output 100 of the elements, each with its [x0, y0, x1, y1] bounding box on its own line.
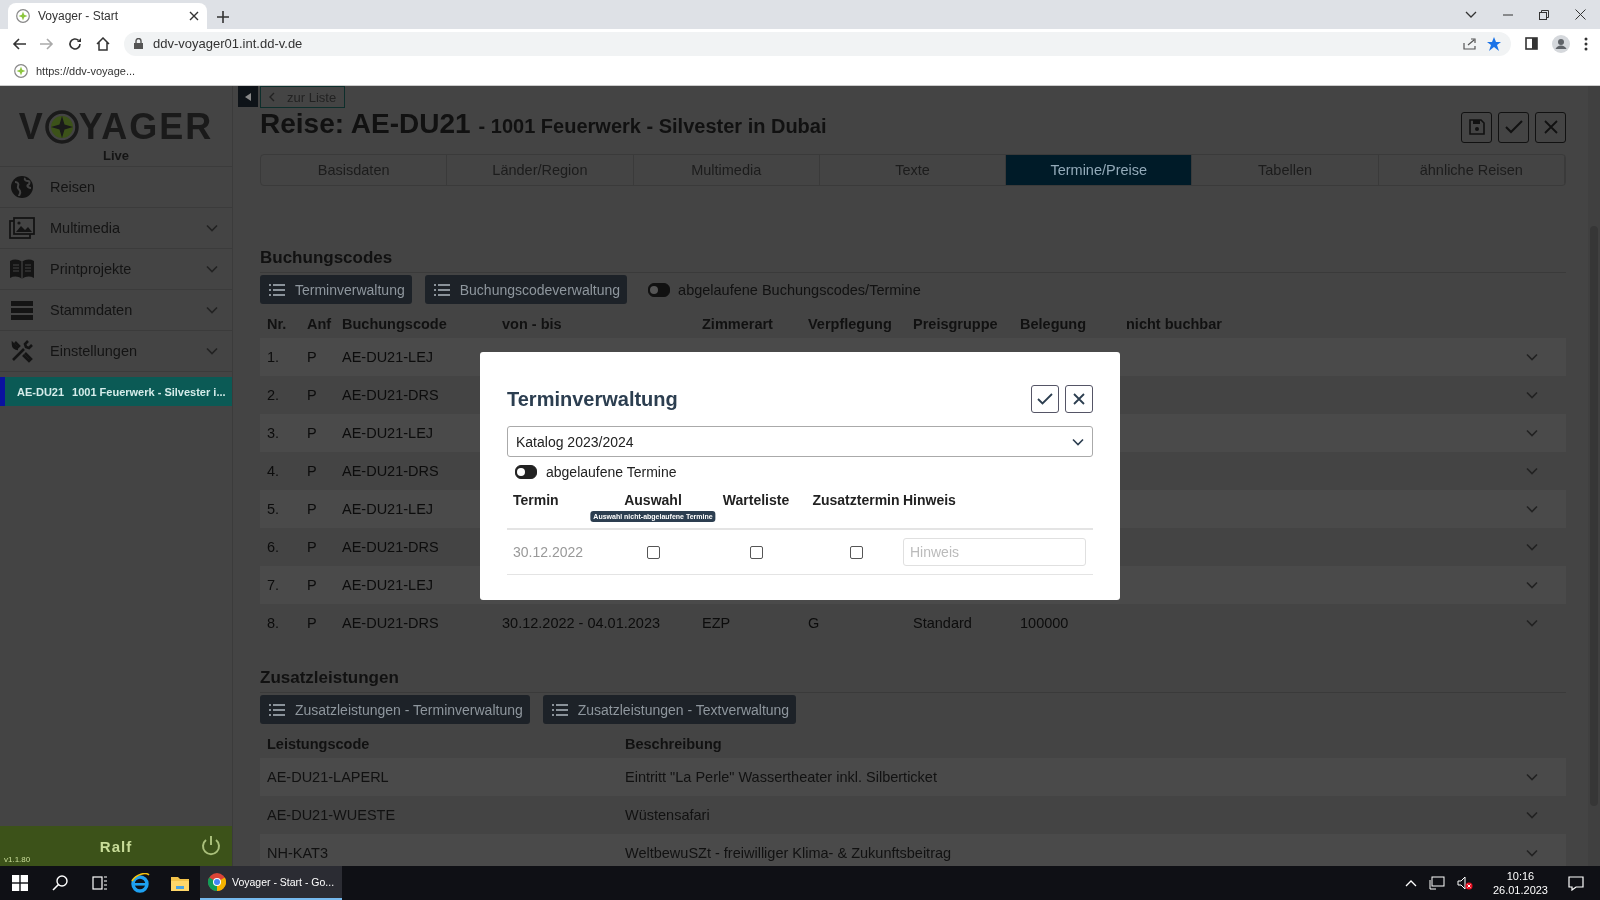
- chevron-down-icon: [1526, 429, 1538, 437]
- table-cell-text: 30.12.2022: [513, 544, 585, 560]
- table-cell-text: 4.: [267, 463, 281, 479]
- collapse-sidebar-button[interactable]: [238, 86, 258, 107]
- chevron-down-icon: [1526, 353, 1538, 361]
- checkbox[interactable]: [646, 545, 660, 559]
- list-button[interactable]: Terminverwaltung: [260, 275, 412, 304]
- table-cell-text: AE-DU21-DRS: [342, 463, 440, 479]
- column-header: Termin: [513, 492, 560, 508]
- table-cell-text: AE-DU21-LEJ: [342, 577, 435, 593]
- chevron-down-icon: [1526, 581, 1538, 589]
- check-icon: [1504, 120, 1523, 134]
- toggle-switch[interactable]: [515, 464, 537, 479]
- confirm-button[interactable]: [1031, 385, 1059, 413]
- close-icon: [1543, 120, 1558, 134]
- note-field[interactable]: Hinweis: [903, 538, 1086, 566]
- table-cell-text: 5.: [267, 501, 281, 517]
- list-button[interactable]: Zusatzleistungen - Textverwaltung: [542, 695, 797, 724]
- chevron-down-icon: [1526, 391, 1538, 399]
- table-cell-text: WeltbewuSZt - freiwilliger Klima- & Zukunftsbeitrag: [625, 845, 953, 861]
- table-cell-text: P: [307, 463, 318, 479]
- chevron-down-icon: [1526, 467, 1538, 475]
- share-icon[interactable]: [1463, 37, 1477, 50]
- table-cell-text: AE-DU21-DRS: [342, 387, 440, 403]
- back-icon[interactable]: [12, 37, 26, 50]
- chevron-left-icon: [269, 92, 275, 102]
- table-cell-text: G: [808, 615, 821, 631]
- globe-icon: [10, 175, 34, 199]
- list-icon: [269, 283, 285, 296]
- profile-icon[interactable]: [1552, 34, 1570, 53]
- restore-icon[interactable]: [1539, 9, 1549, 20]
- column-header: Warteliste: [722, 492, 790, 508]
- chevron-down-icon: [1072, 437, 1084, 446]
- site-icon: [14, 64, 28, 78]
- list-icon: [269, 703, 285, 716]
- table-cell-text: 7.: [267, 577, 281, 593]
- checkbox[interactable]: [749, 545, 763, 559]
- checkbox[interactable]: [849, 545, 863, 559]
- tab[interactable]: Termine/Preise: [1006, 155, 1193, 185]
- scrollbar[interactable]: [1588, 86, 1600, 866]
- network-icon[interactable]: [1428, 876, 1445, 890]
- bookmark[interactable]: https://ddv-voyage...: [10, 61, 140, 81]
- task-view-icon[interactable]: [92, 876, 108, 890]
- table-cell-text: AE-DU21-LEJ: [342, 425, 435, 441]
- table-cell-text: P: [307, 577, 318, 593]
- clock[interactable]: 10:16 26.01.2023: [1492, 869, 1548, 897]
- plus-icon[interactable]: [217, 11, 229, 23]
- table-cell-text: 8.: [267, 615, 281, 631]
- home-icon[interactable]: [96, 36, 110, 51]
- open-record-tab[interactable]: AE-DU21 1001 Feuerwerk - Silvester i...: [0, 377, 232, 406]
- chevron-down-icon: [1526, 505, 1538, 513]
- version-label: v1.1.80: [4, 855, 31, 864]
- search-icon[interactable]: [52, 875, 68, 891]
- toggle-label: abgelaufene Termine: [546, 463, 677, 480]
- close-button[interactable]: [1065, 385, 1093, 413]
- table-cell-text: 100000: [1020, 615, 1070, 631]
- chevron-down-icon: [206, 306, 218, 314]
- table-cell-text: 30.12.2022 - 04.01.2023: [502, 615, 662, 631]
- images-icon: [9, 217, 35, 239]
- table-cell-text: 2.: [267, 387, 281, 403]
- browser-tab[interactable]: Voyager - Start: [8, 3, 207, 29]
- power-icon[interactable]: [200, 835, 222, 857]
- chevron-up-icon[interactable]: [1404, 879, 1417, 887]
- reload-icon[interactable]: [68, 36, 82, 51]
- table-cell-text: 1.: [267, 349, 281, 365]
- notification-icon[interactable]: [1568, 875, 1584, 891]
- taskbar-app[interactable]: Voyager - Start - Go...: [200, 866, 343, 900]
- table-cell-text: AE-DU21-LEJ: [342, 501, 435, 517]
- table-cell-text: P: [307, 615, 318, 631]
- toggle-switch[interactable]: [648, 282, 671, 297]
- chevron-down-icon: [206, 224, 218, 232]
- chevron-down-icon: [1526, 619, 1538, 627]
- chevron-down-icon: [1526, 849, 1538, 857]
- speaker-muted-icon[interactable]: [1456, 876, 1473, 890]
- catalog-select[interactable]: Katalog 2023/2024: [507, 426, 1093, 457]
- column-header: Hinweis: [903, 492, 957, 508]
- close-icon[interactable]: [189, 11, 199, 21]
- table-cell-text: P: [307, 425, 318, 441]
- list-button[interactable]: Zusatzleistungen - Terminverwaltung: [260, 695, 530, 724]
- user-name: Ralf: [98, 837, 134, 855]
- chevron-down-icon: [1526, 811, 1538, 819]
- more-icon[interactable]: [1584, 36, 1588, 51]
- save-icon: [1468, 119, 1485, 135]
- column-header: Auswahl: [624, 492, 682, 508]
- browser-e-icon[interactable]: [130, 873, 150, 893]
- table-cell-text: P: [307, 501, 318, 517]
- address-bar[interactable]: ddv-voyager01.int.dd-v.de: [124, 31, 1511, 56]
- caret-left-icon: [245, 92, 251, 101]
- close-icon[interactable]: [1575, 9, 1586, 20]
- star-icon[interactable]: [1487, 36, 1501, 51]
- side-panel-icon[interactable]: [1525, 37, 1538, 50]
- chevron-down-icon: [206, 265, 218, 273]
- list-icon: [433, 283, 450, 296]
- windows-icon[interactable]: [12, 875, 28, 891]
- chevron-down-icon[interactable]: [1465, 10, 1477, 19]
- minimize-icon[interactable]: [1503, 13, 1513, 16]
- list-button[interactable]: Buchungscodeverwaltung: [424, 275, 628, 304]
- dialog-title: Terminverwaltung: [507, 387, 679, 411]
- folder-icon[interactable]: [171, 875, 189, 891]
- table-cell-text: Standard: [913, 615, 973, 631]
